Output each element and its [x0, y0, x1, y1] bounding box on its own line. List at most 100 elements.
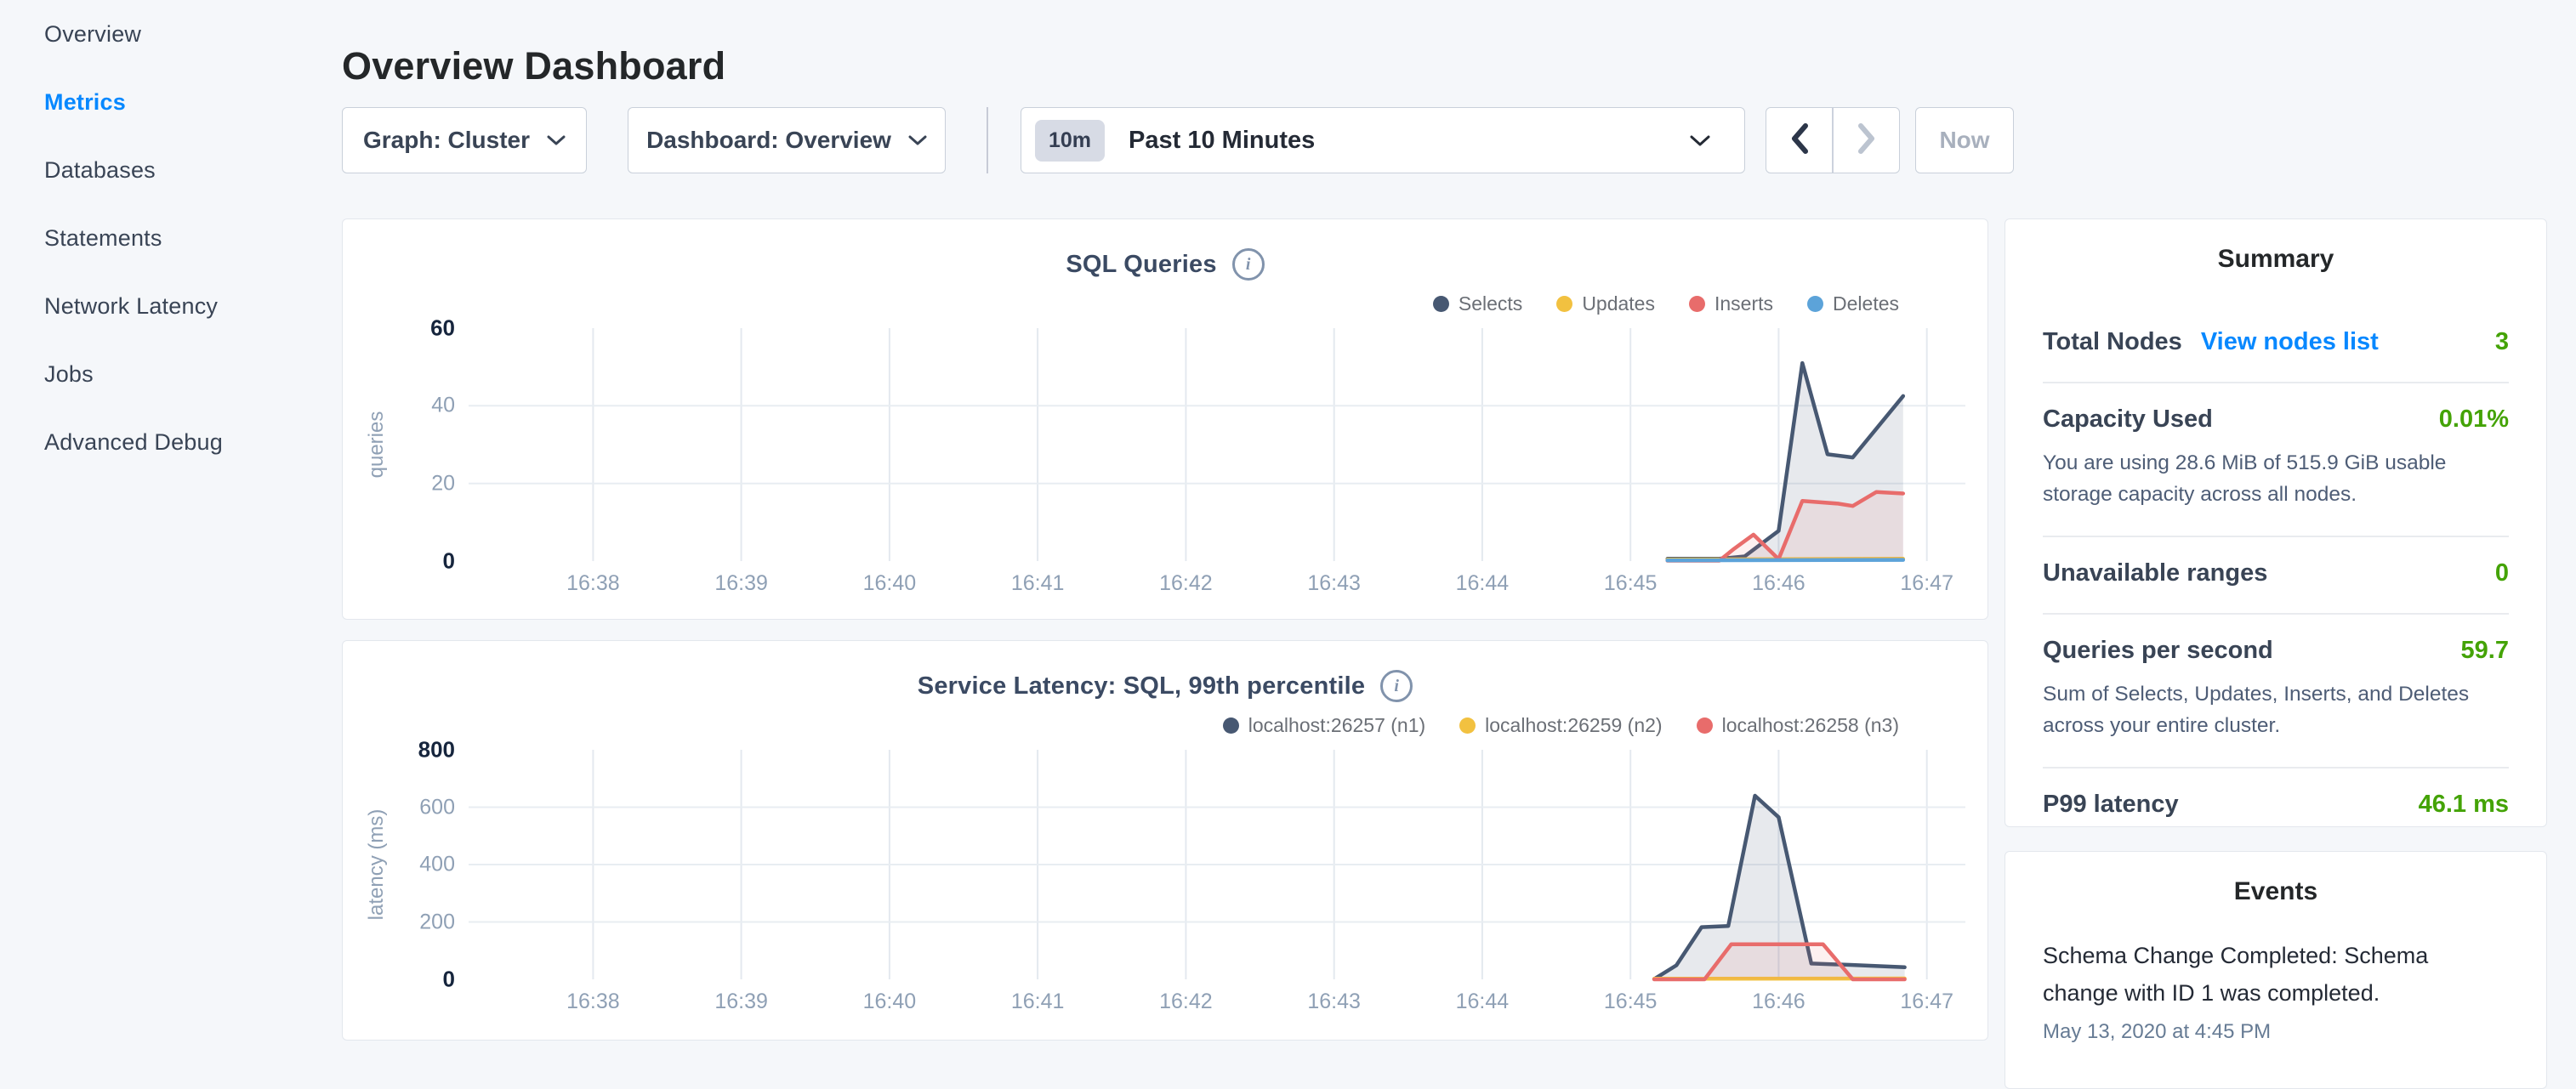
x-axis-tick-label: 16:45: [1604, 990, 1658, 1014]
service-latency-plot[interactable]: 16:3816:3916:4016:4116:4216:4316:4416:45…: [469, 750, 1965, 979]
legend-dot: [1689, 296, 1705, 312]
chevron-down-icon: [1690, 134, 1710, 147]
x-axis-tick-label: 16:40: [863, 571, 917, 596]
legend-item: Inserts: [1689, 292, 1773, 315]
summary-label: Unavailable ranges: [2043, 559, 2267, 587]
x-axis-tick-label: 16:40: [863, 990, 917, 1014]
x-axis-tick-label: 16:44: [1456, 990, 1510, 1014]
service-latency-chart-card: Service Latency: SQL, 99th percentile i …: [342, 640, 1988, 1041]
summary-note: Sum of Selects, Updates, Inserts, and De…: [2043, 678, 2509, 741]
summary-panel: Summary Total Nodes View nodes list 3 Ca…: [2005, 218, 2547, 827]
x-axis-tick-label: 16:47: [1900, 990, 1953, 1014]
sidebar-item-jobs[interactable]: Jobs: [0, 340, 342, 408]
events-panel: Events Schema Change Completed: Schema c…: [2005, 851, 2547, 1089]
legend-dot: [1807, 296, 1823, 312]
graph-dropdown[interactable]: Graph: Cluster: [342, 107, 587, 173]
legend-item: Deletes: [1807, 292, 1899, 315]
legend-item: Selects: [1433, 292, 1522, 315]
sql-queries-chart-card: SQL Queries i Selects Updates Inserts Delet…: [342, 218, 1988, 620]
x-axis-tick-label: 16:38: [566, 990, 620, 1014]
summary-row-p99-latency: P99 latency 46.1 ms: [2043, 769, 2509, 844]
legend-dot: [1223, 717, 1239, 734]
summary-value: 3: [2495, 328, 2509, 356]
legend-item: localhost:26257 (n1): [1223, 714, 1425, 737]
x-axis-tick-label: 16:42: [1159, 571, 1213, 596]
sidebar-item-metrics[interactable]: Metrics: [0, 68, 342, 136]
y-axis-tick-label: 60: [430, 315, 455, 342]
y-axis-tick-label: 0: [443, 967, 455, 993]
event-timestamp: May 13, 2020 at 4:45 PM: [2043, 1020, 2509, 1044]
y-axis-title: queries: [365, 411, 389, 479]
legend-dot: [1556, 296, 1572, 312]
x-axis-tick-label: 16:46: [1752, 571, 1805, 596]
time-range-badge: 10m: [1035, 120, 1105, 162]
next-time-button[interactable]: [1834, 108, 1899, 173]
x-axis-tick-label: 16:46: [1752, 990, 1805, 1014]
info-icon[interactable]: i: [1380, 670, 1413, 702]
event-list-item[interactable]: Schema Change Completed: Schema change w…: [2043, 937, 2509, 1044]
sidebar-item-overview[interactable]: Overview: [0, 0, 342, 68]
summary-title: Summary: [2005, 245, 2546, 274]
now-button[interactable]: Now: [1915, 107, 2014, 173]
x-axis-tick-label: 16:39: [714, 571, 768, 596]
x-axis-tick-label: 16:38: [566, 571, 620, 596]
now-button-label: Now: [1939, 127, 1989, 154]
summary-note: You are using 28.6 MiB of 515.9 GiB usab…: [2043, 447, 2509, 510]
x-axis-tick-label: 16:47: [1900, 571, 1953, 596]
prev-time-button[interactable]: [1766, 108, 1834, 173]
y-axis-title: latency (ms): [365, 809, 389, 921]
summary-row-queries-per-second: Queries per second 59.7 Sum of Selects, …: [2043, 615, 2509, 767]
summary-label: Total Nodes: [2043, 328, 2182, 356]
summary-row-unavailable-ranges: Unavailable ranges 0: [2043, 537, 2509, 613]
controls-divider: [987, 107, 988, 173]
y-axis-tick-label: 40: [431, 394, 455, 418]
chart-title: Service Latency: SQL, 99th percentile: [918, 672, 1365, 700]
legend-item: Updates: [1556, 292, 1655, 315]
sidebar-item-statements[interactable]: Statements: [0, 204, 342, 272]
sidebar-item-advanced-debug[interactable]: Advanced Debug: [0, 408, 342, 476]
dashboard-dropdown[interactable]: Dashboard: Overview: [628, 107, 946, 173]
overview-dashboard-page: { "sidebar": { "items": [ {"label": "Ove…: [0, 0, 2576, 1051]
chevron-down-icon: [547, 134, 566, 146]
legend-dot: [1697, 717, 1713, 734]
y-axis-tick-label: 400: [419, 853, 455, 877]
legend-dot: [1433, 296, 1449, 312]
info-icon[interactable]: i: [1232, 248, 1265, 281]
x-axis-tick-label: 16:39: [714, 990, 768, 1014]
chart-title: SQL Queries: [1066, 251, 1216, 279]
summary-row-total-nodes: Total Nodes View nodes list 3: [2043, 306, 2509, 382]
chevron-right-icon: [1857, 122, 1876, 159]
x-axis-tick-label: 16:43: [1307, 571, 1361, 596]
summary-label: Queries per second: [2043, 637, 2273, 665]
time-range-selector[interactable]: 10m Past 10 Minutes: [1021, 107, 1745, 173]
view-nodes-list-link[interactable]: View nodes list: [2201, 328, 2379, 356]
summary-label: Capacity Used: [2043, 406, 2213, 434]
sidebar-item-databases[interactable]: Databases: [0, 136, 342, 204]
time-step-buttons: [1766, 107, 1900, 173]
summary-value: 46.1 ms: [2419, 791, 2509, 819]
chart-legend: localhost:26257 (n1) localhost:26259 (n2)…: [1223, 714, 1899, 737]
x-axis-tick-label: 16:44: [1456, 571, 1510, 596]
legend-item: localhost:26259 (n2): [1459, 714, 1662, 737]
page-title: Overview Dashboard: [342, 44, 725, 88]
chevron-left-icon: [1790, 122, 1809, 159]
events-title: Events: [2005, 877, 2546, 906]
legend-item: localhost:26258 (n3): [1697, 714, 1899, 737]
sidebar-item-network-latency[interactable]: Network Latency: [0, 272, 342, 340]
x-axis-tick-label: 16:43: [1307, 990, 1361, 1014]
y-axis-tick-label: 200: [419, 910, 455, 934]
legend-dot: [1459, 717, 1476, 734]
x-axis-tick-label: 16:42: [1159, 990, 1213, 1014]
summary-value: 59.7: [2461, 637, 2509, 665]
y-axis-tick-label: 800: [418, 737, 455, 763]
sidebar: Overview Metrics Databases Statements Ne…: [0, 0, 342, 1051]
graph-dropdown-label: Graph: Cluster: [363, 127, 530, 154]
summary-row-capacity-used: Capacity Used 0.01% You are using 28.6 M…: [2043, 383, 2509, 536]
x-axis-tick-label: 16:41: [1011, 990, 1065, 1014]
summary-value: 0.01%: [2439, 406, 2509, 434]
y-axis-tick-label: 600: [419, 795, 455, 820]
chart-legend: Selects Updates Inserts Deletes: [1433, 292, 1899, 315]
sql-queries-plot[interactable]: 16:3816:3916:4016:4116:4216:4316:4416:45…: [469, 328, 1965, 561]
dashboard-dropdown-label: Dashboard: Overview: [646, 127, 891, 154]
x-axis-tick-label: 16:41: [1011, 571, 1065, 596]
